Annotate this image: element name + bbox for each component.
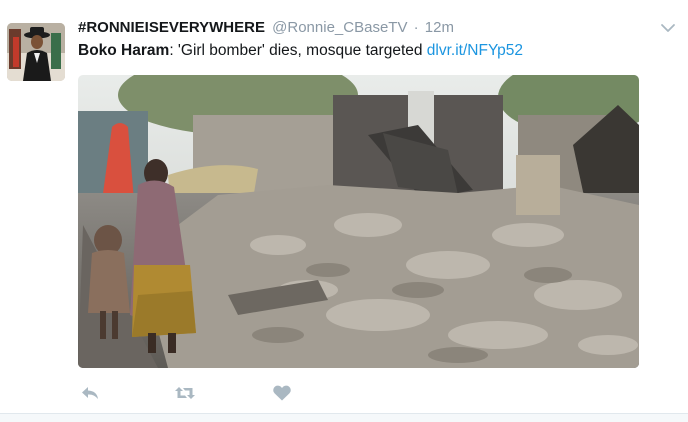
tweet-photo[interactable] [78, 75, 639, 368]
reply-icon[interactable] [80, 383, 104, 407]
tweet-text-bold: Boko Haram [78, 42, 170, 59]
tweet-card[interactable]: #RONNIEISEVERYWHERE @Ronnie_CBaseTV · 12… [0, 0, 688, 414]
author-handle[interactable]: @Ronnie_CBaseTV [272, 19, 407, 36]
heart-icon[interactable] [272, 383, 296, 407]
retweet-icon[interactable] [174, 383, 198, 407]
tweet-link[interactable]: dlvr.it/NFYp52 [427, 42, 523, 59]
avatar[interactable] [7, 23, 65, 81]
separator-dot: · [413, 19, 419, 36]
tweet-header: #RONNIEISEVERYWHERE @Ronnie_CBaseTV · 12… [78, 18, 454, 38]
avatar-image [7, 23, 65, 81]
tweet-text-body: : 'Girl bomber' dies, mosque targeted [169, 42, 427, 59]
timestamp[interactable]: 12m [425, 19, 454, 36]
author-name[interactable]: #RONNIEISEVERYWHERE [78, 19, 265, 36]
tweet-text: Boko Haram: 'Girl bomber' dies, mosque t… [78, 40, 523, 61]
chevron-down-icon[interactable] [660, 20, 676, 36]
